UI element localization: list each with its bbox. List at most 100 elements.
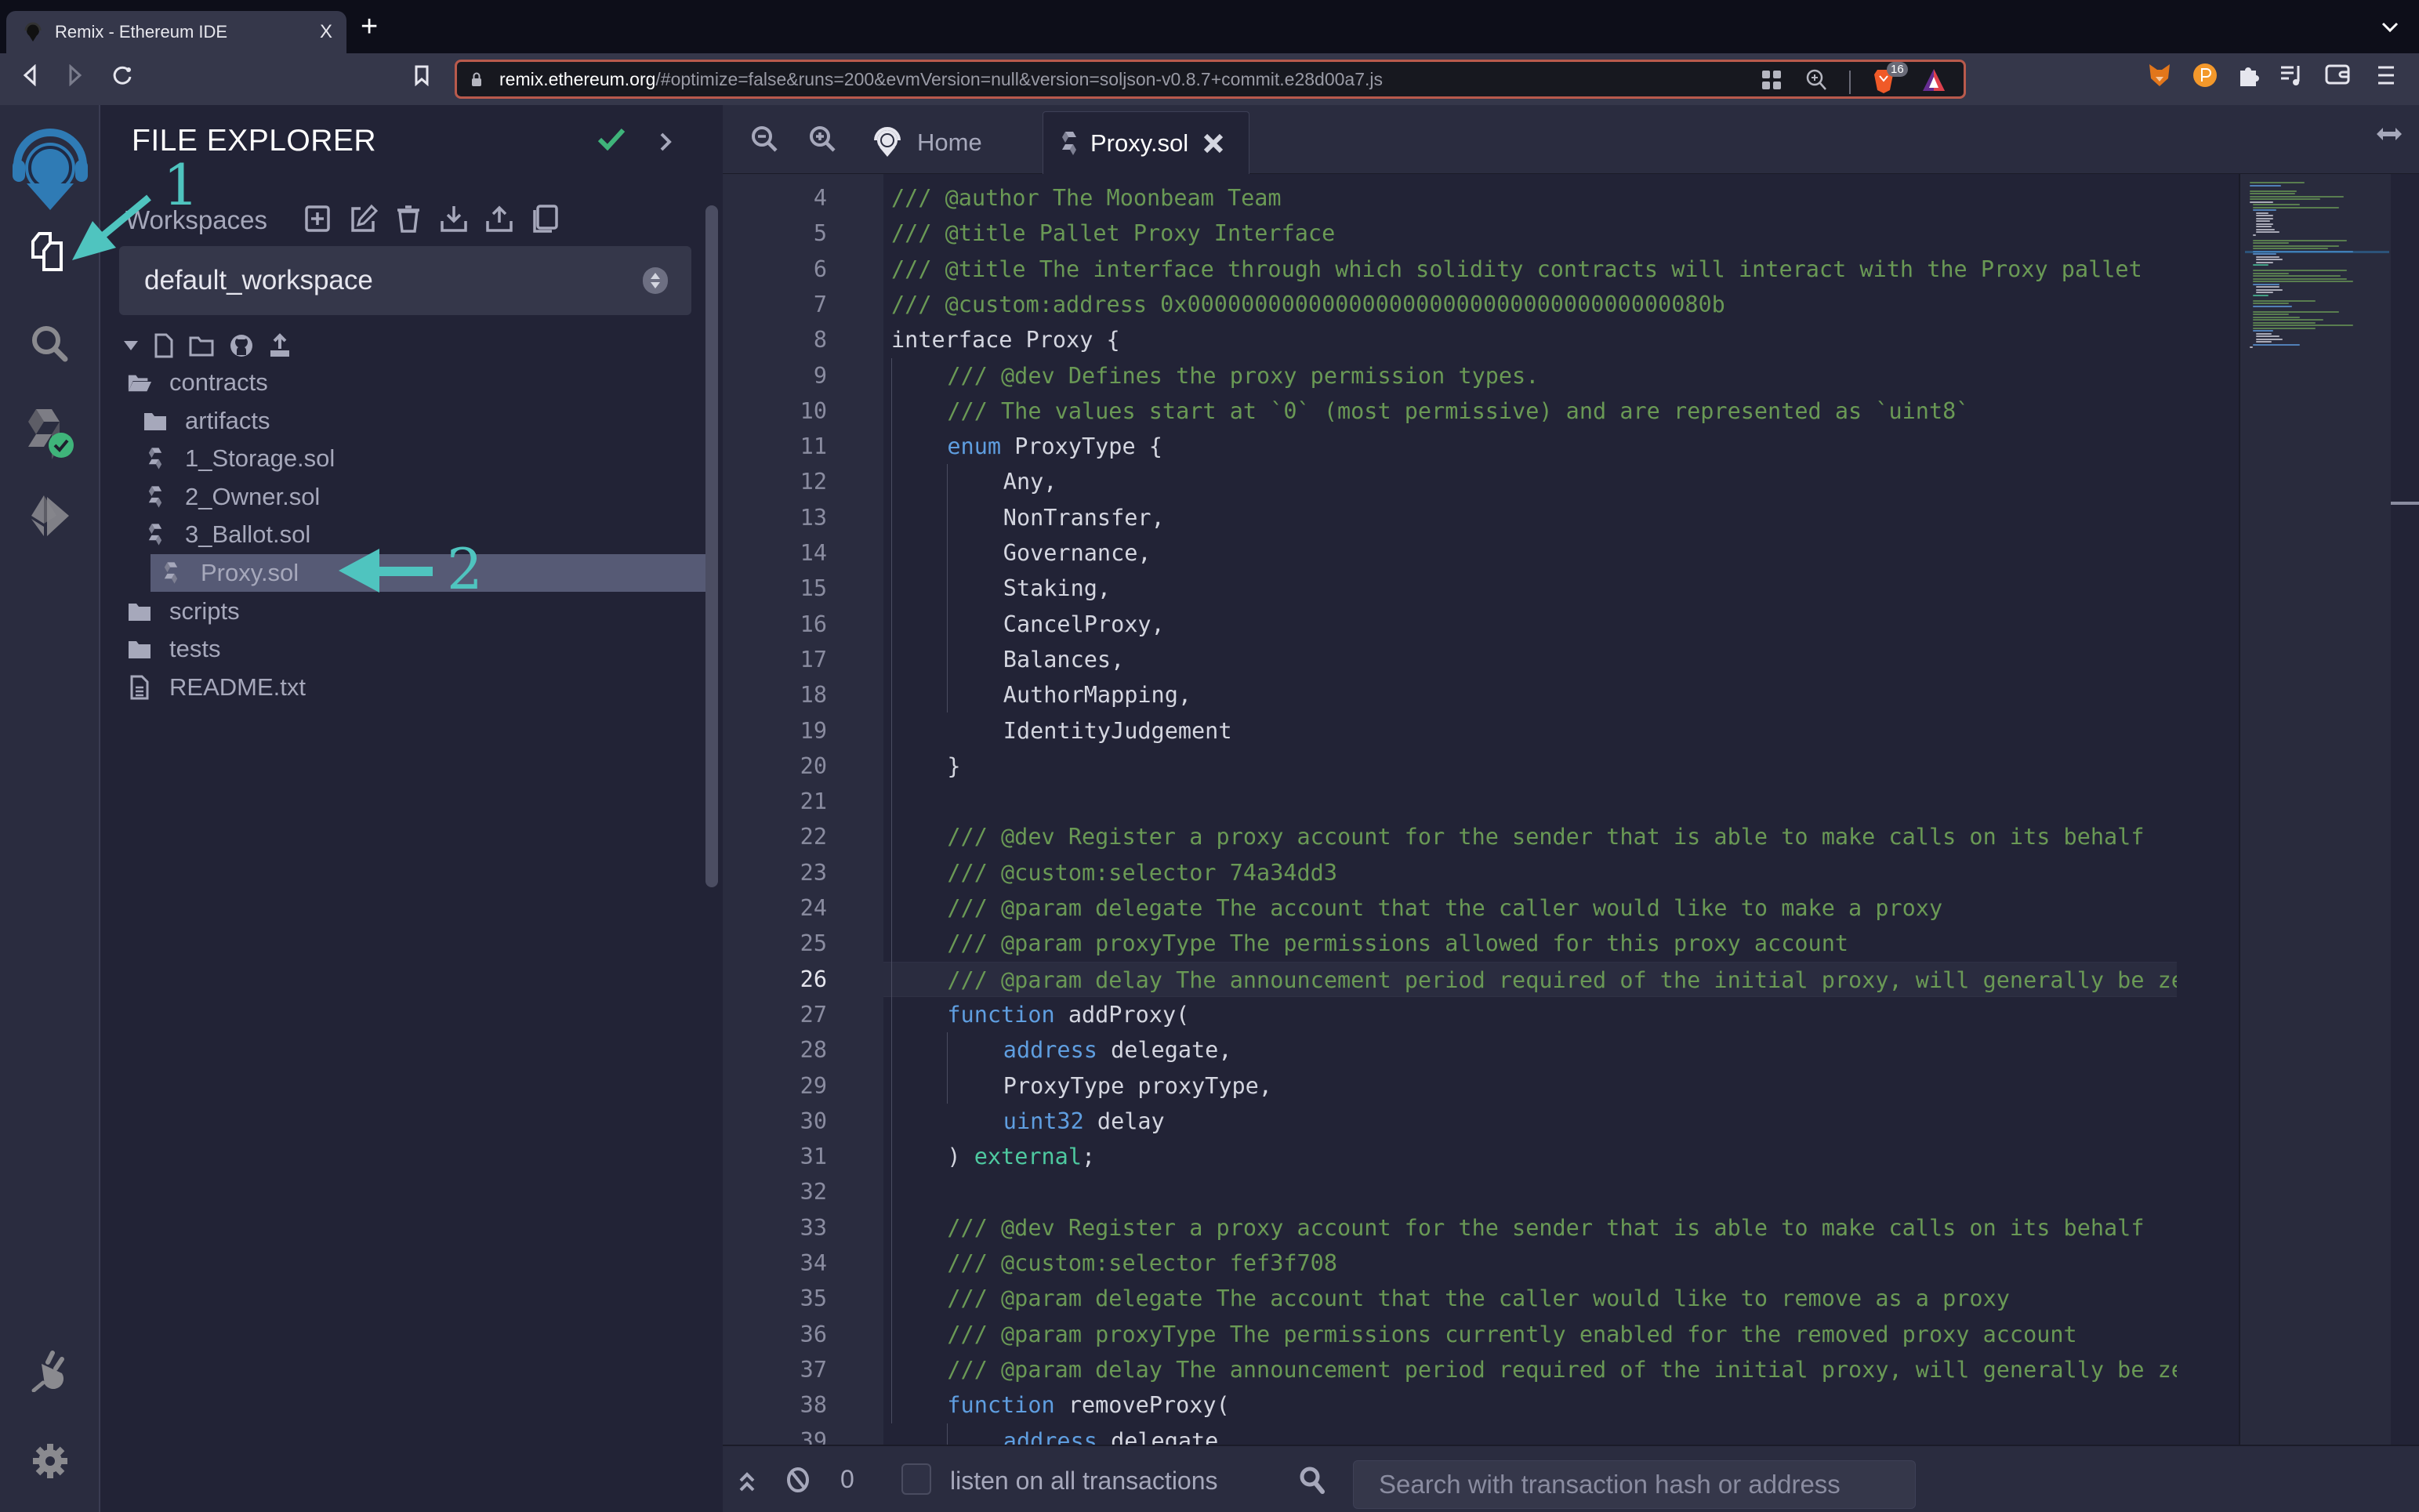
tab-list-chevron-icon[interactable] bbox=[2381, 17, 2399, 38]
tree-item-contracts[interactable]: contracts bbox=[102, 364, 705, 401]
toggle-terminal-icon[interactable] bbox=[738, 1470, 756, 1497]
editor-scroll-thumb[interactable] bbox=[2391, 502, 2419, 505]
minimap-line bbox=[2256, 256, 2279, 258]
bookmark-icon[interactable] bbox=[414, 64, 430, 92]
forward-button[interactable] bbox=[67, 63, 83, 92]
folder-icon bbox=[127, 637, 152, 661]
line-number: 6 bbox=[813, 256, 827, 282]
code-line: function removeProxy( bbox=[883, 1387, 2177, 1423]
download-workspace-icon[interactable] bbox=[439, 204, 469, 234]
expand-editor-icon[interactable] bbox=[2375, 118, 2403, 151]
brave-rewards-icon[interactable] bbox=[1921, 67, 1946, 96]
zoom-out-icon[interactable] bbox=[749, 124, 779, 158]
restore-workspace-icon[interactable] bbox=[484, 204, 514, 234]
line-number: 36 bbox=[800, 1321, 827, 1347]
tree-item-label: Proxy.sol bbox=[201, 559, 299, 586]
minimap-line bbox=[2253, 248, 2328, 249]
minimap-line bbox=[2256, 335, 2279, 337]
new-tab-button[interactable]: + bbox=[361, 11, 378, 42]
settings-tab[interactable] bbox=[0, 1442, 100, 1480]
minimap-line bbox=[2256, 332, 2272, 335]
solidity-compiler-tab[interactable] bbox=[0, 406, 100, 461]
code-token: ) bbox=[947, 1144, 974, 1170]
listen-all-transactions-checkbox[interactable] bbox=[901, 1463, 931, 1495]
indent-guide bbox=[947, 1423, 948, 1445]
tree-item-tests[interactable]: tests bbox=[102, 630, 705, 668]
tree-item-label: 3_Ballot.sol bbox=[185, 520, 311, 549]
code-line: function addProxy( bbox=[883, 997, 2177, 1032]
search-tab[interactable] bbox=[0, 325, 100, 364]
collapse-tree-icon[interactable] bbox=[122, 339, 140, 356]
indent-guide bbox=[891, 357, 892, 1423]
line-number: 27 bbox=[800, 1001, 827, 1028]
transaction-search-input[interactable] bbox=[1353, 1460, 1916, 1509]
new-folder-icon[interactable] bbox=[188, 334, 215, 361]
minimap-line bbox=[2253, 299, 2316, 302]
explorer-scrollbar[interactable] bbox=[705, 205, 718, 887]
back-button[interactable] bbox=[22, 63, 38, 92]
annotation-step-2: 2 bbox=[447, 536, 483, 602]
tab-home-label: Home bbox=[917, 129, 982, 156]
new-file-icon[interactable] bbox=[154, 332, 174, 363]
minimap-line bbox=[2253, 209, 2276, 211]
tab-proxy-sol[interactable]: Proxy.sol bbox=[1043, 111, 1249, 174]
compiled-check-icon bbox=[597, 127, 626, 154]
code-token: /// @param delay The announcement period… bbox=[947, 1356, 2177, 1383]
clone-workspace-icon[interactable] bbox=[530, 204, 560, 234]
upload-file-icon[interactable] bbox=[268, 333, 292, 362]
zoom-in-icon[interactable] bbox=[807, 124, 837, 158]
minimap-line bbox=[2250, 182, 2305, 183]
polkadot-extension-icon[interactable] bbox=[2192, 63, 2218, 88]
clear-console-icon[interactable] bbox=[785, 1467, 811, 1497]
deploy-run-tab[interactable] bbox=[0, 492, 100, 539]
brave-shields-icon[interactable]: 16 bbox=[1873, 62, 1908, 97]
tree-item-readme-txt[interactable]: README.txt bbox=[102, 669, 705, 706]
browser-menu-icon[interactable] bbox=[2377, 63, 2395, 88]
line-number: 32 bbox=[800, 1179, 827, 1206]
line-number: 16 bbox=[800, 611, 827, 637]
tree-item-2-owner-sol[interactable]: 2_Owner.sol bbox=[102, 478, 705, 516]
github-icon[interactable] bbox=[229, 333, 254, 362]
minimap-line bbox=[2250, 195, 2344, 198]
code-line: /// @dev Register a proxy account for th… bbox=[883, 819, 2177, 854]
plugin-manager-tab[interactable] bbox=[0, 1350, 100, 1392]
tree-item-1-storage-sol[interactable]: 1_Storage.sol bbox=[102, 440, 705, 477]
zoom-icon[interactable] bbox=[1805, 68, 1827, 96]
close-icon[interactable] bbox=[1202, 132, 1224, 154]
media-playlist-icon[interactable] bbox=[2279, 63, 2305, 88]
code-minimap[interactable] bbox=[2239, 174, 2391, 1445]
minimap-line bbox=[2256, 341, 2272, 343]
solidity-file-icon bbox=[143, 523, 168, 546]
minimap-line bbox=[2253, 316, 2300, 318]
tree-item-scripts[interactable]: scripts bbox=[102, 593, 705, 630]
qr-code-icon[interactable] bbox=[1760, 68, 1783, 96]
code-editor[interactable]: /// @author The Moonbeam Team /// @title … bbox=[883, 174, 2177, 1445]
address-bar[interactable]: remix.ethereum.org/#optimize=false&runs=… bbox=[455, 60, 1966, 99]
editor-vertical-scrollbar[interactable] bbox=[2391, 174, 2419, 1445]
rename-workspace-icon[interactable] bbox=[348, 204, 379, 234]
text-file-icon bbox=[127, 675, 152, 700]
browser-tab[interactable]: Remix - Ethereum IDE X bbox=[6, 11, 346, 53]
line-number: 4 bbox=[813, 185, 827, 211]
tab-home[interactable]: Home bbox=[873, 111, 1038, 174]
code-line: interface Proxy { bbox=[883, 322, 2177, 357]
metamask-extension-icon[interactable] bbox=[2148, 63, 2171, 88]
collapse-panel-chevron-icon[interactable] bbox=[658, 127, 673, 160]
code-token: external bbox=[974, 1144, 1082, 1170]
code-token: delegate, bbox=[1097, 1427, 1232, 1445]
line-number: 38 bbox=[800, 1392, 827, 1419]
indent-guide bbox=[947, 464, 948, 713]
listen-all-transactions-label: listen on all transactions bbox=[950, 1467, 1218, 1495]
delete-workspace-icon[interactable] bbox=[393, 204, 423, 234]
close-tab-icon[interactable]: X bbox=[320, 21, 332, 43]
minimap-line bbox=[2253, 283, 2279, 285]
wallet-icon[interactable] bbox=[2325, 63, 2350, 86]
extensions-puzzle-icon[interactable] bbox=[2237, 63, 2261, 88]
line-number: 25 bbox=[800, 930, 827, 957]
create-workspace-icon[interactable] bbox=[303, 204, 332, 234]
code-token: /// @custom:selector 74a34dd3 bbox=[947, 859, 1337, 886]
reload-button[interactable] bbox=[111, 64, 133, 92]
tree-item-artifacts[interactable]: artifacts bbox=[102, 402, 705, 440]
editor-area: Home Proxy.sol 4 5 6 7 8 9 10 11 12 13 14 15 16 17 18 1… bbox=[723, 105, 2419, 1454]
